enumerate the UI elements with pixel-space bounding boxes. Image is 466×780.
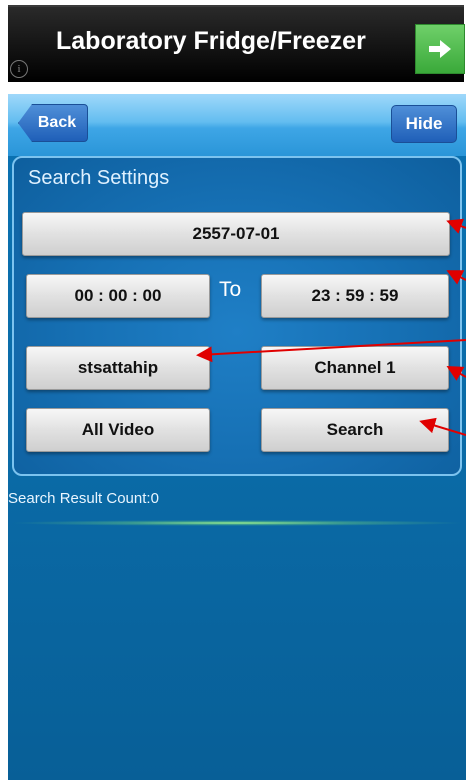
hide-button[interactable]: Hide: [391, 105, 457, 143]
info-icon[interactable]: i: [10, 60, 28, 78]
app-screen: Back Hide Search Settings 2557-07-01 00 …: [8, 94, 466, 780]
ad-title[interactable]: Laboratory Fridge/Freezer: [56, 27, 366, 56]
site-button[interactable]: stsattahip: [26, 346, 210, 390]
glow-divider: [8, 520, 466, 526]
start-time-button[interactable]: 00 : 00 : 00: [26, 274, 210, 318]
video-type-button[interactable]: All Video: [26, 408, 210, 452]
date-button[interactable]: 2557-07-01: [22, 212, 450, 256]
to-label: To: [219, 278, 242, 301]
search-result-count: Search Result Count:0: [8, 490, 159, 507]
search-settings-title: Search Settings: [28, 167, 170, 189]
end-time-button[interactable]: 23 : 59 : 59: [261, 274, 449, 318]
right-arrow-icon[interactable]: [415, 24, 465, 74]
search-button[interactable]: Search: [261, 408, 449, 452]
back-button[interactable]: Back: [18, 104, 88, 142]
ad-banner[interactable]: Laboratory Fridge/Freezer i: [8, 5, 465, 82]
navigation-bar: Back Hide: [8, 94, 466, 156]
channel-button[interactable]: Channel 1: [261, 346, 449, 390]
